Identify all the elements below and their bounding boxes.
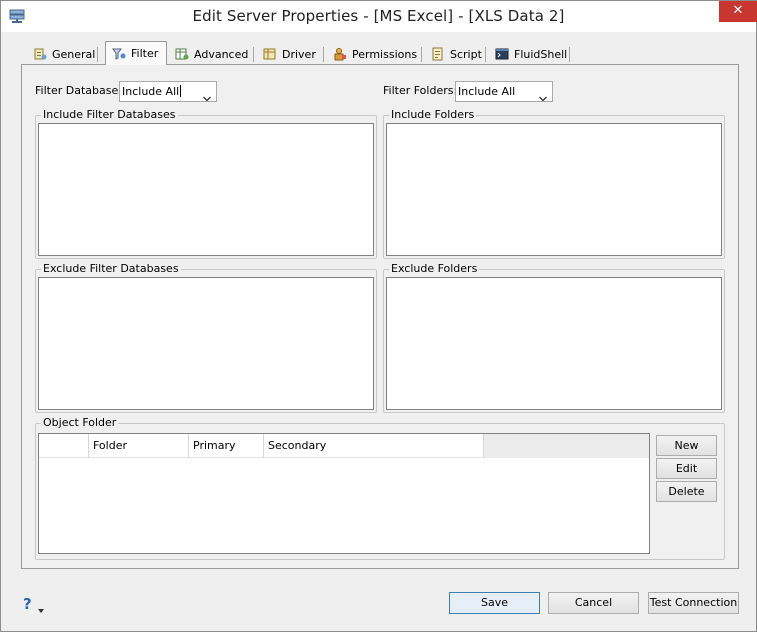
tab-label: Script	[450, 47, 482, 61]
permissions-icon	[333, 47, 347, 61]
new-folder-button[interactable]: New	[656, 435, 717, 456]
title-bar[interactable]: Edit Server Properties - [MS Excel] - [X…	[1, 1, 757, 32]
filter-databases-select[interactable]: Include All	[119, 81, 217, 102]
object-folder-table[interactable]: Folder Primary Secondary	[38, 433, 650, 554]
filter-databases-label: Filter Databases	[35, 84, 124, 97]
fluidshell-icon	[495, 47, 509, 61]
column-header-secondary[interactable]: Secondary	[264, 434, 484, 458]
object-folder-group: Object Folder Folder Primary Secondary N…	[35, 417, 725, 560]
tab-label: Advanced	[194, 47, 249, 61]
tab-script[interactable]: Script	[425, 43, 485, 65]
group-title: Include Filter Databases	[41, 108, 178, 121]
include-databases-list[interactable]	[38, 123, 374, 256]
save-button[interactable]: Save	[449, 592, 540, 614]
advanced-icon	[175, 47, 189, 61]
filter-folders-select[interactable]: Include All	[455, 81, 553, 102]
filter-tab-panel: Filter Databases Include All Filter Fold…	[21, 64, 739, 569]
chevron-down-icon	[203, 89, 211, 102]
group-title: Exclude Filter Databases	[41, 262, 181, 275]
tab-divider	[485, 47, 486, 62]
exclude-folders-list[interactable]	[386, 277, 722, 410]
column-header-folder[interactable]: Folder	[89, 434, 189, 458]
exclude-databases-group: Exclude Filter Databases	[35, 263, 377, 413]
close-icon: ✕	[732, 3, 744, 18]
tab-label: General	[52, 47, 96, 61]
column-header-primary[interactable]: Primary	[189, 434, 264, 458]
filter-icon	[112, 47, 126, 61]
tab-divider	[253, 47, 254, 62]
include-folders-group: Include Folders	[383, 109, 725, 259]
driver-icon	[263, 47, 277, 61]
tab-advanced[interactable]: Advanced	[169, 43, 249, 65]
exclude-databases-list[interactable]	[38, 277, 374, 410]
tab-filter[interactable]: Filter	[105, 41, 167, 65]
window-title: Edit Server Properties - [MS Excel] - [X…	[192, 7, 565, 25]
delete-folder-button[interactable]: Delete	[656, 481, 717, 502]
chevron-down-icon	[539, 89, 547, 102]
filter-folders-value: Include All	[458, 85, 516, 98]
edit-folder-button[interactable]: Edit	[656, 458, 717, 479]
exclude-folders-group: Exclude Folders	[383, 263, 725, 413]
tab-driver[interactable]: Driver	[257, 43, 321, 65]
close-button[interactable]: ✕	[719, 1, 757, 22]
tab-fluidshell[interactable]: FluidShell	[489, 43, 569, 65]
group-title: Exclude Folders	[389, 262, 480, 275]
help-icon[interactable]: ?	[23, 595, 32, 613]
group-title: Object Folder	[41, 416, 119, 429]
tab-divider	[421, 47, 422, 62]
filter-folders-label: Filter Folders:	[383, 84, 458, 97]
general-icon	[33, 47, 47, 61]
test-connection-button[interactable]: Test Connection	[648, 592, 739, 614]
include-databases-group: Include Filter Databases	[35, 109, 377, 259]
tab-divider	[97, 47, 98, 62]
column-header-row-selector[interactable]	[39, 434, 89, 458]
group-title: Include Folders	[389, 108, 477, 121]
table-header: Folder Primary Secondary	[39, 434, 649, 458]
script-icon	[431, 47, 445, 61]
filter-databases-value: Include All	[122, 85, 180, 98]
include-folders-list[interactable]	[386, 123, 722, 256]
tab-divider	[323, 47, 324, 62]
help-menu-caret-icon[interactable]	[38, 603, 44, 613]
column-header-filler	[484, 434, 649, 458]
tab-general[interactable]: General	[27, 43, 97, 65]
cancel-button[interactable]: Cancel	[548, 592, 639, 614]
tab-label: FluidShell	[514, 47, 568, 61]
tab-divider	[569, 47, 570, 62]
tab-label: Permissions	[352, 47, 418, 61]
tab-label: Driver	[282, 47, 316, 61]
tab-permissions[interactable]: Permissions	[327, 43, 419, 65]
tab-label: Filter	[131, 47, 159, 60]
text-cursor	[180, 85, 182, 97]
dialog-window: Edit Server Properties - [MS Excel] - [X…	[0, 0, 757, 632]
